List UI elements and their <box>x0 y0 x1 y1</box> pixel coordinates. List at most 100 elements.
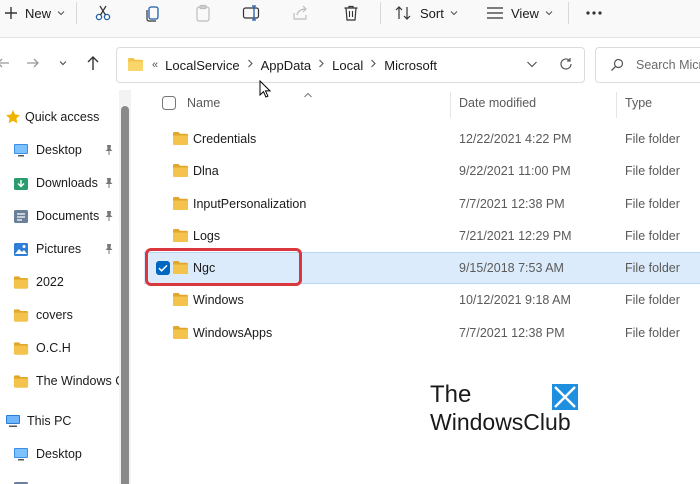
desktop-icon <box>12 445 30 463</box>
sidebar-item-the-windows-club[interactable]: The Windows C <box>12 369 119 393</box>
desktop-icon <box>12 141 30 159</box>
file-row-inputpersonalization[interactable]: InputPersonalization 7/7/2021 12:38 PM F… <box>144 189 700 219</box>
column-divider[interactable] <box>616 92 617 118</box>
folder-icon <box>172 228 189 245</box>
folder-icon <box>172 131 189 148</box>
chevron-right-icon <box>370 59 377 71</box>
watermark-line-2: WindowsClub <box>430 409 571 435</box>
chevron-down-icon <box>58 57 68 71</box>
column-divider[interactable] <box>450 92 451 118</box>
file-row-logs[interactable]: Logs 7/21/2021 12:29 PM File folder <box>144 221 700 251</box>
sort-button[interactable]: Sort <box>394 0 458 26</box>
watermark: The WindowsClub <box>430 382 590 438</box>
search-box[interactable]: Search Micr <box>595 47 700 83</box>
delete-button[interactable] <box>342 0 360 26</box>
folder-icon <box>12 478 30 484</box>
file-row-dlna[interactable]: Dlna 9/22/2021 11:00 PM File folder <box>144 156 700 186</box>
more-options-button[interactable] <box>585 0 603 26</box>
address-history-button[interactable] <box>526 48 538 82</box>
address-row: « LocalService AppData Local Microsoft S… <box>0 38 700 90</box>
sidebar-item-2022[interactable]: 2022 <box>12 270 132 294</box>
delete-icon <box>342 4 360 22</box>
file-type: File folder <box>625 326 680 340</box>
star-icon <box>4 108 22 126</box>
cursor-icon <box>259 79 272 101</box>
file-type: File folder <box>625 261 680 275</box>
share-icon <box>292 4 310 22</box>
file-type: File folder <box>625 293 680 307</box>
file-date: 7/7/2021 12:38 PM <box>459 326 565 340</box>
breadcrumb-microsoft[interactable]: Microsoft <box>384 58 437 73</box>
rename-icon <box>242 4 262 22</box>
file-date: 7/7/2021 12:38 PM <box>459 197 565 211</box>
arrow-right-icon <box>26 56 40 73</box>
file-list: Name Date modified Type Credentials 12/2… <box>132 90 700 484</box>
toolbar-divider <box>380 2 381 24</box>
file-row-windowsapps[interactable]: WindowsApps 7/7/2021 12:38 PM File folde… <box>144 318 700 348</box>
toolbar-divider <box>568 2 569 24</box>
sidebar-item-label: O.C.H <box>36 341 71 355</box>
recent-locations-button[interactable] <box>58 52 68 76</box>
column-header-date[interactable]: Date modified <box>459 90 536 116</box>
add-icon <box>4 6 18 20</box>
sidebar-item-label: This PC <box>27 414 72 428</box>
sidebar-item-partial[interactable] <box>12 475 132 484</box>
sidebar-item-label: Desktop <box>36 447 82 461</box>
sidebar-item-och[interactable]: O.C.H <box>12 336 132 360</box>
file-date: 12/22/2021 4:22 PM <box>459 132 572 146</box>
cut-button[interactable] <box>94 0 112 26</box>
copy-button[interactable] <box>144 0 162 26</box>
sidebar-item-label: 2022 <box>36 275 64 289</box>
folder-icon <box>12 306 30 324</box>
file-name: WindowsApps <box>193 326 273 340</box>
pc-icon <box>4 412 22 430</box>
sort-icon <box>394 5 412 21</box>
pin-icon <box>103 144 115 156</box>
breadcrumb-localservice[interactable]: LocalService <box>165 58 239 73</box>
breadcrumb-overflow[interactable]: « <box>152 59 158 71</box>
file-type: File folder <box>625 229 680 243</box>
folder-icon <box>12 273 30 291</box>
file-date: 9/15/2018 7:53 AM <box>459 261 564 275</box>
sidebar-item-this-pc-desktop[interactable]: Desktop <box>12 442 132 466</box>
highlight-annotation <box>145 248 302 286</box>
chevron-right-icon <box>247 59 254 71</box>
rename-button[interactable] <box>242 0 262 26</box>
address-bar[interactable]: « LocalService AppData Local Microsoft <box>116 47 585 83</box>
folder-icon <box>12 372 30 390</box>
column-header-name[interactable]: Name <box>187 90 220 116</box>
file-date: 10/12/2021 9:18 AM <box>459 293 571 307</box>
column-header-type[interactable]: Type <box>625 90 652 116</box>
sidebar-item-quick-access[interactable]: Quick access <box>4 105 126 129</box>
share-button[interactable] <box>292 0 310 26</box>
file-row-windows[interactable]: Windows 10/12/2021 9:18 AM File folder <box>144 285 700 315</box>
select-all-checkbox[interactable] <box>162 90 176 116</box>
more-icon <box>585 10 603 16</box>
toolbar-divider <box>76 2 77 24</box>
folder-icon <box>172 292 189 309</box>
breadcrumb-local[interactable]: Local <box>332 58 363 73</box>
file-name: Logs <box>193 229 221 243</box>
view-button-label: View <box>511 5 539 21</box>
sidebar-item-covers[interactable]: covers <box>12 303 132 327</box>
back-button[interactable] <box>0 52 10 76</box>
pictures-icon <box>12 240 30 258</box>
sidebar-item-label: Documents <box>36 209 100 223</box>
new-button[interactable]: New <box>4 0 65 26</box>
breadcrumb: « LocalService AppData Local Microsoft <box>127 48 437 82</box>
file-name: Credentials <box>193 132 257 146</box>
file-type: File folder <box>625 164 680 178</box>
downloads-icon <box>12 174 30 192</box>
forward-button[interactable] <box>26 52 40 76</box>
command-bar: New Sort View <box>0 0 700 38</box>
file-row-credentials[interactable]: Credentials 12/22/2021 4:22 PM File fold… <box>144 124 700 154</box>
refresh-button[interactable] <box>559 48 573 82</box>
paste-button[interactable] <box>194 0 212 26</box>
view-button[interactable]: View <box>486 0 553 26</box>
view-icon <box>486 6 504 20</box>
chevron-down-icon <box>57 9 65 17</box>
breadcrumb-appdata[interactable]: AppData <box>261 58 312 73</box>
up-button[interactable] <box>86 52 100 76</box>
chevron-down-icon <box>526 58 538 72</box>
sidebar-item-this-pc[interactable]: This PC <box>4 409 126 433</box>
